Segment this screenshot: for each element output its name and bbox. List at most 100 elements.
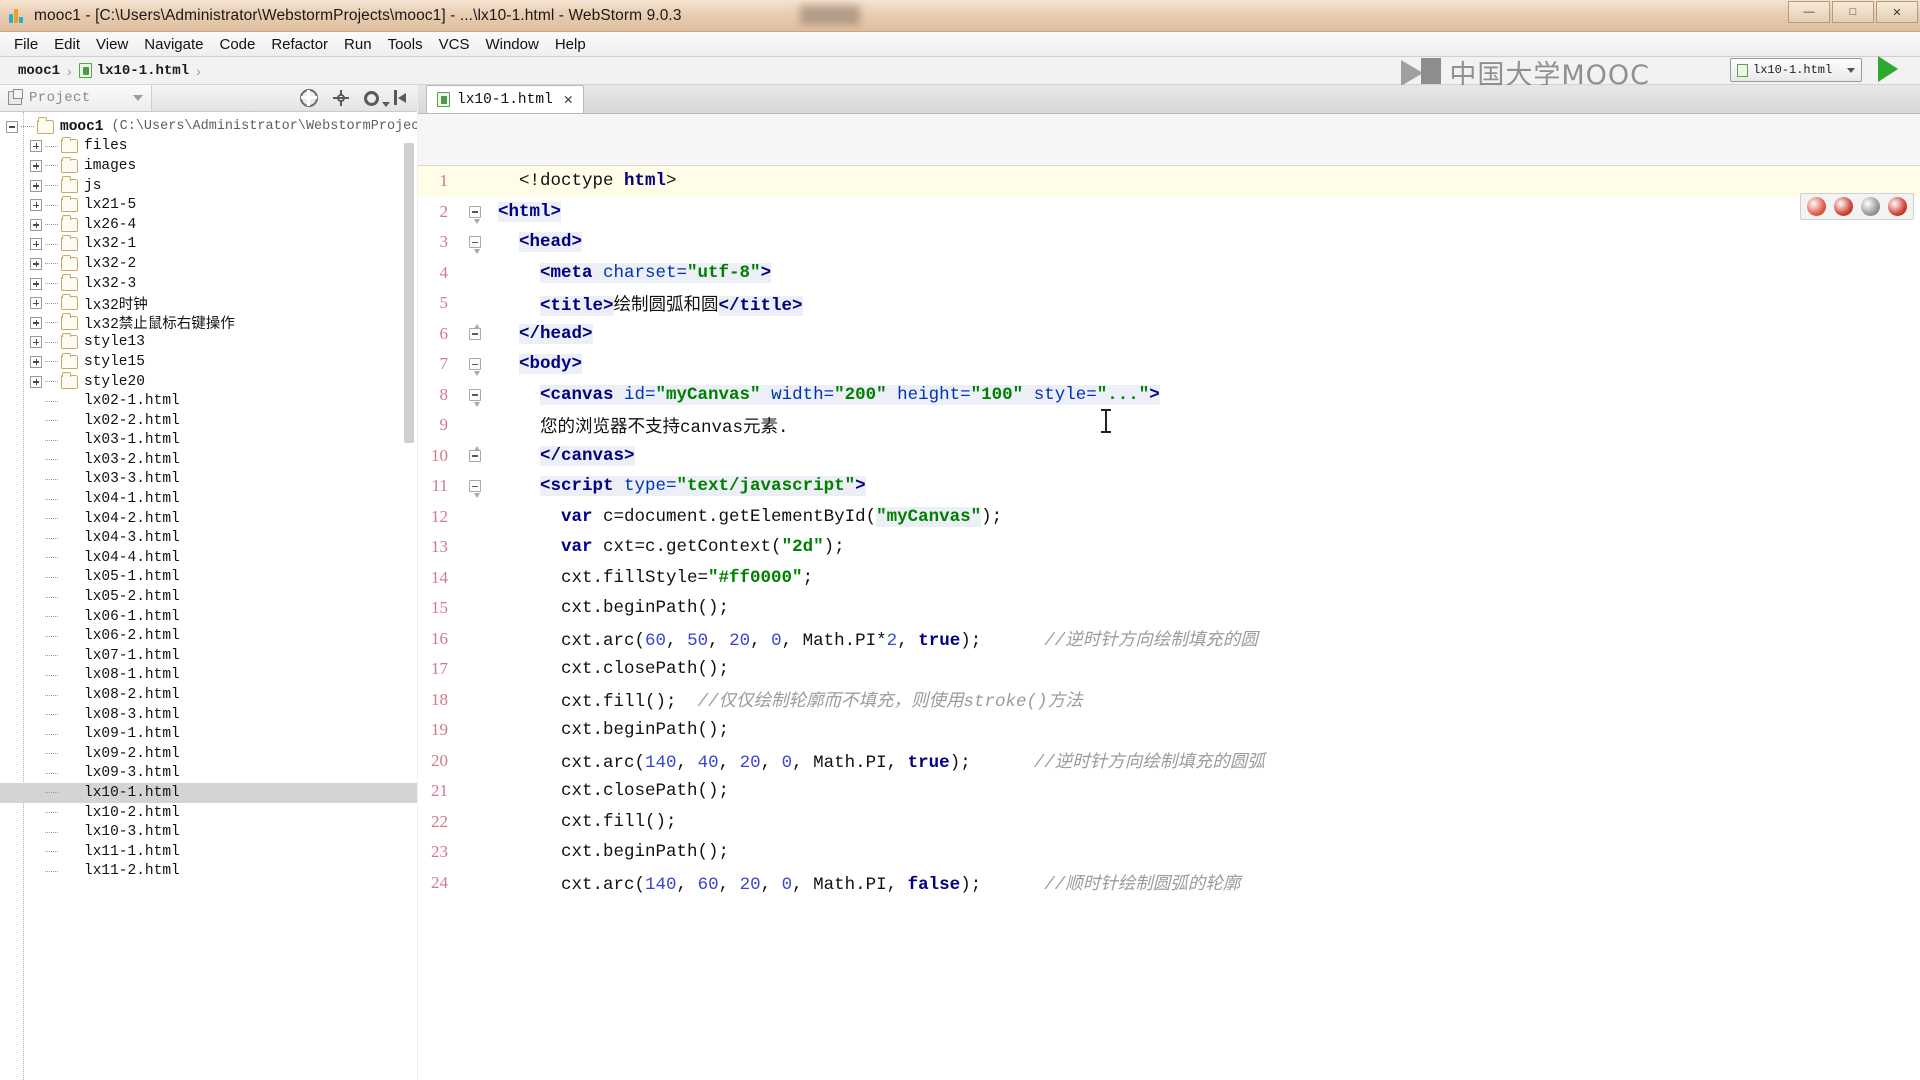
gear-icon[interactable]: [364, 90, 390, 107]
expand-icon[interactable]: [30, 297, 42, 310]
expand-icon[interactable]: [30, 179, 42, 192]
code-line[interactable]: 8 <canvas id="myCanvas" width="200" heig…: [418, 380, 1920, 411]
fold-toggle-icon[interactable]: [469, 323, 481, 340]
expand-icon[interactable]: [30, 316, 42, 329]
fold-gutter[interactable]: [452, 349, 498, 380]
tree-file-node[interactable]: lx05-2.html: [0, 587, 417, 607]
run-configuration-selector[interactable]: lx10-1.html: [1730, 58, 1862, 82]
menu-item-edit[interactable]: Edit: [46, 34, 88, 55]
error-badge-icon[interactable]: [1834, 197, 1853, 216]
code-line[interactable]: 3 <head>: [418, 227, 1920, 258]
collapse-icon[interactable]: [6, 120, 18, 133]
tree-file-node[interactable]: lx07-1.html: [0, 646, 417, 666]
error-badge-icon[interactable]: [1888, 197, 1907, 216]
code-line[interactable]: 24 cxt.arc(140, 60, 20, 0, Math.PI, fals…: [418, 868, 1920, 899]
tree-folder-node[interactable]: lx26-4: [0, 215, 417, 235]
code-line[interactable]: 17 cxt.closePath();: [418, 654, 1920, 685]
code-line[interactable]: 4 <meta charset="utf-8">: [418, 258, 1920, 289]
breadcrumb-file[interactable]: lx10-1.html: [78, 63, 189, 79]
expand-icon[interactable]: [30, 257, 42, 270]
tree-file-node[interactable]: lx04-4.html: [0, 548, 417, 568]
tree-folder-node[interactable]: lx32禁止鼠标右键操作: [0, 313, 417, 333]
menu-item-code[interactable]: Code: [211, 34, 263, 55]
fold-toggle-icon[interactable]: [469, 445, 481, 462]
tree-folder-node[interactable]: lx32-3: [0, 274, 417, 294]
fold-gutter[interactable]: [452, 380, 498, 411]
fold-toggle-icon[interactable]: [469, 388, 481, 407]
code-line[interactable]: 6 </head>: [418, 319, 1920, 350]
menu-item-window[interactable]: Window: [477, 34, 546, 55]
code-line[interactable]: 7 <body>: [418, 349, 1920, 380]
maximize-button[interactable]: □: [1832, 1, 1874, 23]
code-line[interactable]: 15 cxt.beginPath();: [418, 593, 1920, 624]
tree-file-node[interactable]: lx09-1.html: [0, 724, 417, 744]
fold-gutter[interactable]: [452, 319, 498, 350]
tree-file-node[interactable]: lx03-2.html: [0, 450, 417, 470]
expand-icon[interactable]: [30, 277, 42, 290]
fold-gutter[interactable]: [452, 563, 498, 594]
code-line[interactable]: 21 cxt.closePath();: [418, 776, 1920, 807]
menu-item-help[interactable]: Help: [547, 34, 594, 55]
inspection-widget[interactable]: [1800, 193, 1914, 220]
code-line[interactable]: 14 cxt.fillStyle="#ff0000";: [418, 563, 1920, 594]
menu-item-navigate[interactable]: Navigate: [136, 34, 211, 55]
expand-icon[interactable]: [30, 140, 42, 153]
fold-gutter[interactable]: [452, 685, 498, 716]
code-line[interactable]: 16 cxt.arc(60, 50, 20, 0, Math.PI*2, tru…: [418, 624, 1920, 655]
code-line[interactable]: 20 cxt.arc(140, 40, 20, 0, Math.PI, true…: [418, 746, 1920, 777]
code-line[interactable]: 22 cxt.fill();: [418, 807, 1920, 838]
code-line[interactable]: 2 <html>: [418, 197, 1920, 228]
tree-folder-node[interactable]: style15: [0, 352, 417, 372]
tree-folder-node[interactable]: lx21-5: [0, 195, 417, 215]
fold-gutter[interactable]: [452, 441, 498, 472]
code-editor[interactable]: 1 <!doctype html> 2 <html> 3 <head> 4 <meta …: [418, 166, 1920, 1080]
tree-file-node[interactable]: lx04-3.html: [0, 528, 417, 548]
fold-toggle-icon[interactable]: [469, 480, 481, 499]
code-line[interactable]: 11 <script type="text/javascript">: [418, 471, 1920, 502]
fold-gutter[interactable]: [452, 410, 498, 441]
code-line[interactable]: 9 您的浏览器不支持canvas元素.: [418, 410, 1920, 441]
fold-gutter[interactable]: [452, 197, 498, 228]
tree-folder-node[interactable]: lx32时钟: [0, 293, 417, 314]
fold-gutter[interactable]: [452, 288, 498, 319]
fold-gutter[interactable]: [452, 746, 498, 777]
fold-gutter[interactable]: [452, 227, 498, 258]
fold-gutter[interactable]: [452, 654, 498, 685]
menu-item-run[interactable]: Run: [336, 34, 380, 55]
tree-folder-node[interactable]: mooc1 (C:\Users\Administrator\WebstormPro…: [0, 117, 417, 137]
code-line[interactable]: 18 cxt.fill(); //仅仅绘制轮廓而不填充，则使用stroke()方…: [418, 685, 1920, 716]
close-button[interactable]: ✕: [1876, 1, 1918, 23]
tree-file-node[interactable]: lx08-3.html: [0, 705, 417, 725]
expand-icon[interactable]: [30, 159, 42, 172]
expand-icon[interactable]: [30, 336, 42, 349]
fold-gutter[interactable]: [452, 776, 498, 807]
code-line[interactable]: 5 <title>绘制圆弧和圆</title>: [418, 288, 1920, 319]
code-line[interactable]: 13 var cxt=c.getContext("2d");: [418, 532, 1920, 563]
fold-gutter[interactable]: [452, 532, 498, 563]
tree-file-node[interactable]: lx02-1.html: [0, 391, 417, 411]
editor-tab-lx10-1[interactable]: lx10-1.html ✕: [426, 85, 584, 113]
tree-folder-node[interactable]: lx32-2: [0, 254, 417, 274]
tree-file-node[interactable]: lx10-2.html: [0, 803, 417, 823]
minimize-button[interactable]: —: [1788, 1, 1830, 23]
tree-file-node[interactable]: lx05-1.html: [0, 568, 417, 588]
project-tab[interactable]: Project: [0, 85, 152, 111]
project-tree[interactable]: mooc1 (C:\Users\Administrator\WebstormPro…: [0, 112, 417, 1080]
run-button[interactable]: [1878, 56, 1898, 82]
expand-icon[interactable]: [30, 238, 42, 251]
tree-file-node[interactable]: lx10-1.html: [0, 783, 417, 803]
project-tree-scrollbar[interactable]: [404, 143, 414, 443]
fold-gutter[interactable]: [452, 471, 498, 502]
code-line[interactable]: 23 cxt.beginPath();: [418, 837, 1920, 868]
expand-icon[interactable]: [30, 199, 42, 212]
fold-gutter[interactable]: [452, 166, 498, 197]
expand-icon[interactable]: [30, 355, 42, 368]
collapse-all-icon[interactable]: [300, 89, 318, 107]
tree-file-node[interactable]: lx06-1.html: [0, 607, 417, 627]
close-icon[interactable]: ✕: [564, 90, 573, 109]
tree-file-node[interactable]: lx08-1.html: [0, 666, 417, 686]
expand-icon[interactable]: [30, 218, 42, 231]
error-badge-icon[interactable]: [1807, 197, 1826, 216]
tree-folder-node[interactable]: images: [0, 156, 417, 176]
menu-item-vcs[interactable]: VCS: [431, 34, 478, 55]
